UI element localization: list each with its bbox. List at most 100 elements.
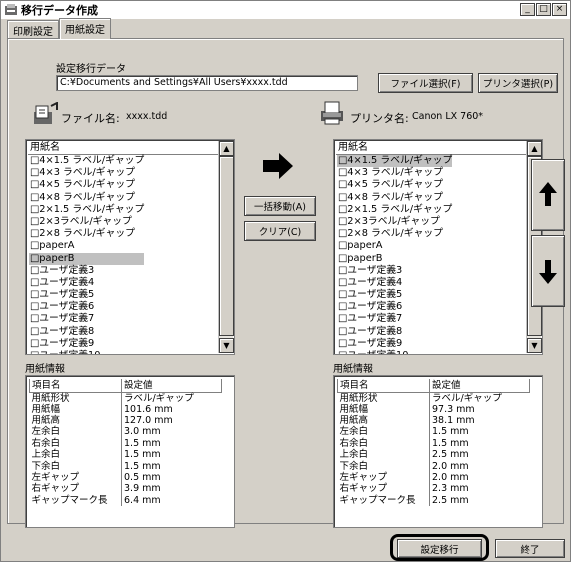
info-item-value: 1.5 mm: [432, 426, 469, 438]
move-all-button[interactable]: 一括移動(A): [244, 196, 316, 216]
app-icon: [5, 4, 17, 15]
info-item-value: 2.0 mm: [432, 472, 469, 484]
table-row: 左余白 1.5 mm: [337, 426, 530, 438]
source-list-scrollbar[interactable]: ▲ ▼: [218, 141, 234, 353]
info-item-name: ギャップマーク長: [29, 494, 122, 507]
list-item[interactable]: □paperB: [337, 253, 452, 265]
list-item[interactable]: □4×1.5 ラベル/ギャップ: [337, 155, 453, 168]
tab-paper-settings[interactable]: 用紙設定: [59, 18, 111, 39]
list-item[interactable]: □2×8 ラベル/ギャップ: [29, 228, 144, 240]
clear-button[interactable]: クリア(C): [244, 221, 316, 241]
list-item[interactable]: □ユーザ定義6: [29, 301, 144, 313]
list-item[interactable]: □paperB: [29, 252, 145, 265]
info-item-value: 0.5 mm: [124, 472, 161, 484]
list-item[interactable]: □ユーザ定義8: [29, 326, 144, 338]
info-item-value: 1.5 mm: [124, 449, 161, 461]
info-item-value: 3.9 mm: [124, 483, 161, 495]
list-header: 用紙名: [28, 141, 218, 155]
list-item[interactable]: □ユーザ定義5: [29, 289, 144, 301]
source-paper-list[interactable]: 用紙名 □4×1.5 ラベル/ギャップ □4×3 ラベル/ギャップ □4×5 ラベル…: [25, 139, 235, 355]
list-item[interactable]: □4×8 ラベル/ギャップ: [29, 192, 144, 204]
move-up-button[interactable]: [531, 159, 565, 231]
list-item[interactable]: □ユーザ定義9: [337, 338, 452, 350]
info-item-name: 下余白: [337, 460, 430, 472]
info-item-name: 右余白: [337, 437, 430, 450]
list-item[interactable]: □ユーザ定義10: [29, 350, 144, 354]
file-name-value: xxxx.tdd: [126, 111, 168, 122]
info-item-value: 1.5 mm: [124, 437, 161, 449]
info-item-value: 2.5 mm: [432, 449, 469, 461]
list-item[interactable]: □ユーザ定義6: [337, 301, 452, 313]
left-info-label: 用紙情報: [25, 364, 65, 375]
list-item[interactable]: □ユーザ定義3: [29, 265, 144, 277]
list-item[interactable]: □4×5 ラベル/ギャップ: [29, 179, 144, 191]
info-item-value: 101.6 mm: [124, 403, 173, 415]
tab-print-settings[interactable]: 印刷設定: [7, 20, 59, 38]
source-path-field[interactable]: C:¥Documents and Settings¥All Users¥xxxx…: [56, 75, 358, 91]
list-item[interactable]: □4×3 ラベル/ギャップ: [337, 167, 452, 179]
info-item-value: 2.3 mm: [432, 483, 469, 495]
list-item[interactable]: □ユーザ定義5: [337, 289, 452, 301]
source-paper-info: 項目名 設定値 用紙形状 ラベル/ギャップ 用紙幅 101.6 mm 用紙高 127.0 m…: [25, 375, 235, 528]
table-row: 用紙幅 101.6 mm: [29, 403, 222, 415]
list-item[interactable]: □paperA: [337, 240, 452, 252]
list-item[interactable]: □2×1.5 ラベル/ギャップ: [29, 204, 144, 216]
printer-icon: [321, 101, 343, 125]
title-bar[interactable]: 移行データ作成 _ □ ×: [1, 1, 570, 19]
list-item[interactable]: □ユーザ定義8: [337, 326, 452, 338]
list-item[interactable]: □ユーザ定義3: [337, 265, 452, 277]
file-select-button[interactable]: ファイル選択(F): [378, 73, 473, 93]
maximize-button[interactable]: □: [536, 3, 551, 16]
list-header: 用紙名: [336, 141, 526, 155]
table-row: 上余白 2.5 mm: [337, 449, 530, 461]
paper-settings-panel: 設定移行データ C:¥Documents and Settings¥All Us…: [7, 38, 565, 528]
list-item[interactable]: □4×1.5 ラベル/ギャップ: [29, 155, 144, 167]
target-info-table: 項目名 設定値 用紙形状 ラベル/ギャップ 用紙幅 97.3 mm 用紙高 38.1 mm 左…: [337, 379, 530, 507]
list-item[interactable]: □2×3ラベル/ギャップ: [29, 216, 144, 228]
info-item-name: 右ギャップ: [29, 483, 122, 495]
list-item[interactable]: □4×8 ラベル/ギャップ: [337, 192, 452, 204]
info-item-value: 1.5 mm: [124, 460, 161, 472]
list-item[interactable]: □ユーザ定義4: [29, 277, 144, 289]
list-item[interactable]: □ユーザ定義7: [29, 313, 144, 325]
right-info-label: 用紙情報: [333, 364, 373, 375]
move-down-button[interactable]: [531, 235, 565, 307]
list-item[interactable]: □4×5 ラベル/ギャップ: [337, 179, 452, 191]
scroll-down-icon[interactable]: ▼: [219, 338, 234, 353]
target-paper-list[interactable]: 用紙名 □4×1.5 ラベル/ギャップ □4×3 ラベル/ギャップ □4×5 ラベル…: [333, 139, 543, 355]
table-row: 左ギャップ 2.0 mm: [337, 471, 530, 484]
list-item[interactable]: □paperA: [29, 240, 144, 252]
tab-bar: 印刷設定 用紙設定: [7, 18, 111, 39]
list-item[interactable]: □ユーザ定義10: [337, 350, 452, 354]
list-item[interactable]: □ユーザ定義9: [29, 338, 144, 350]
minimize-button[interactable]: _: [520, 3, 535, 16]
scroll-thumb[interactable]: [219, 156, 234, 336]
info-item-value: ラベル/ギャップ: [124, 392, 194, 404]
table-row: 右余白 1.5 mm: [29, 437, 222, 450]
list-item[interactable]: □2×3ラベル/ギャップ: [337, 216, 452, 228]
list-item[interactable]: □ユーザ定義7: [337, 313, 452, 325]
exit-button[interactable]: 終了: [495, 539, 565, 558]
list-item[interactable]: □4×3 ラベル/ギャップ: [29, 167, 144, 179]
info-col-value: 設定値: [121, 379, 222, 393]
arrow-right-icon: [263, 153, 293, 179]
file-name-label: ファイル名:: [61, 112, 120, 125]
scroll-up-icon[interactable]: ▲: [219, 141, 234, 156]
list-item[interactable]: □2×1.5 ラベル/ギャップ: [337, 204, 452, 216]
info-item-value: 6.4 mm: [124, 494, 161, 506]
close-button[interactable]: ×: [552, 3, 567, 16]
printer-select-button[interactable]: プリンタ選択(P): [478, 73, 558, 93]
info-item-name: ギャップマーク長: [337, 494, 430, 507]
migration-data-window: 移行データ作成 _ □ × 印刷設定 用紙設定 設定移行データ C:¥Docum…: [0, 0, 571, 562]
table-row: 用紙高 38.1 mm: [337, 414, 530, 427]
target-paper-info: 項目名 設定値 用紙形状 ラベル/ギャップ 用紙幅 97.3 mm 用紙高 38.1 mm 左…: [333, 375, 543, 528]
scroll-up-icon[interactable]: ▲: [527, 141, 542, 156]
info-col-value: 設定値: [429, 379, 530, 393]
table-row: 上余白 1.5 mm: [29, 449, 222, 461]
scroll-down-icon[interactable]: ▼: [527, 338, 542, 353]
list-item[interactable]: □ユーザ定義4: [337, 277, 452, 289]
info-item-name: 左ギャップ: [337, 471, 430, 484]
table-row: 右ギャップ 3.9 mm: [29, 483, 222, 495]
table-row: 右余白 1.5 mm: [337, 437, 530, 450]
list-item[interactable]: □2×8 ラベル/ギャップ: [337, 228, 452, 240]
